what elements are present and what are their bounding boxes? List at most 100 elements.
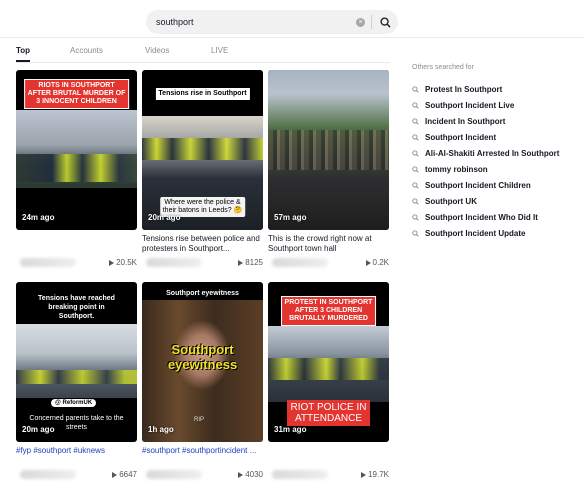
view-count: 20.5K xyxy=(109,258,137,267)
view-count: 4030 xyxy=(238,470,263,479)
search-icon xyxy=(412,117,419,125)
tabs-divider xyxy=(16,62,390,63)
view-count: 0.2K xyxy=(365,258,389,267)
play-icon xyxy=(238,471,244,478)
police-line xyxy=(16,370,137,384)
clear-search-icon[interactable]: × xyxy=(356,17,365,27)
search-icon xyxy=(412,165,419,173)
creator-avatar[interactable] xyxy=(20,258,76,267)
video-card[interactable]: PROTEST IN SOUTHPORT AFTER 3 CHILDREN BRUT… xyxy=(268,282,389,482)
related-search-label: Southport Incident Children xyxy=(425,180,531,190)
creator-avatar[interactable] xyxy=(146,470,202,479)
play-icon xyxy=(361,471,367,478)
police-line xyxy=(268,358,389,380)
related-search-item[interactable]: Southport UK xyxy=(412,193,580,209)
video-thumbnail[interactable]: PROTEST IN SOUTHPORT AFTER 3 CHILDREN BRUT… xyxy=(268,282,389,442)
search-bar: × xyxy=(146,10,398,34)
video-overlay-text: RIOT POLICE IN ATTENDANCE xyxy=(286,400,371,426)
related-search-item[interactable]: Ali-Al-Shakiti Arrested In Southport xyxy=(412,145,580,161)
related-search-label: Southport UK xyxy=(425,196,477,206)
video-thumbnail[interactable]: RIOTS IN SOUTHPORT AFTER BRUTAL MURDER OF… xyxy=(16,70,137,230)
related-search-list: Protest In Southport Southport Incident L… xyxy=(412,81,580,241)
search-icon xyxy=(412,197,419,205)
related-search-label: Southport Incident Update xyxy=(425,228,526,238)
video-thumbnail[interactable]: Tensions have reached breaking point in So… xyxy=(16,282,137,442)
video-timestamp: 20m ago xyxy=(22,425,55,434)
video-timestamp: 1h ago xyxy=(148,425,174,434)
search-icon xyxy=(412,213,419,221)
video-banner: PROTEST IN SOUTHPORT AFTER 3 CHILDREN BRUT… xyxy=(280,296,377,326)
tab-top[interactable]: Top xyxy=(16,46,30,55)
play-icon xyxy=(365,259,371,266)
video-banner: RIOTS IN SOUTHPORT AFTER BRUTAL MURDER OF… xyxy=(23,79,130,109)
video-card[interactable]: Tensions have reached breaking point in So… xyxy=(16,282,137,482)
video-caption[interactable] xyxy=(16,234,137,254)
video-card[interactable]: Southport eyewitness Southport eyewitness… xyxy=(142,282,263,482)
related-search-item[interactable]: Southport Incident Live xyxy=(412,97,580,113)
related-search-item[interactable]: Southport Incident Children xyxy=(412,177,580,193)
related-search-label: tommy robinson xyxy=(425,164,488,174)
view-count: 6647 xyxy=(112,470,137,479)
rip-text: RIP xyxy=(194,417,205,423)
video-thumbnail[interactable]: Southport eyewitness Southport eyewitness… xyxy=(142,282,263,442)
related-search-label: Incident In Southport xyxy=(425,116,506,126)
tab-accounts[interactable]: Accounts xyxy=(70,46,103,55)
video-overlay-text: Southport eyewitness xyxy=(167,342,238,372)
view-count: 19.7K xyxy=(361,470,389,479)
video-timestamp: 57m ago xyxy=(274,213,307,222)
police-line xyxy=(16,154,137,182)
related-search-item[interactable]: Protest In Southport xyxy=(412,81,580,97)
video-meta: 20.5K xyxy=(16,256,137,270)
video-meta: 19.7K xyxy=(268,468,389,482)
search-input[interactable] xyxy=(146,10,356,34)
video-banner: Tensions rise in Southport xyxy=(155,88,250,100)
related-search-item[interactable]: Southport Incident Update xyxy=(412,225,580,241)
tab-videos[interactable]: Videos xyxy=(145,46,169,55)
reform-badge: @ ReformUK xyxy=(51,399,97,407)
video-card[interactable]: Tensions rise in Southport Where were th… xyxy=(142,70,263,270)
search-icon xyxy=(412,181,419,189)
creator-avatar[interactable] xyxy=(272,470,328,479)
related-search-label: Southport Incident Live xyxy=(425,100,515,110)
search-icon xyxy=(412,101,419,109)
play-icon xyxy=(112,471,118,478)
video-caption[interactable]: #fyp #southport #uknews xyxy=(16,446,137,466)
play-icon xyxy=(109,259,115,266)
search-icon xyxy=(412,229,419,237)
creator-avatar[interactable] xyxy=(20,470,76,479)
crowd xyxy=(268,130,389,170)
search-button[interactable] xyxy=(372,10,398,34)
tab-live[interactable]: LIVE xyxy=(211,46,228,55)
video-caption[interactable]: Tensions rise between police and protest… xyxy=(142,234,263,254)
related-search-label: Protest In Southport xyxy=(425,84,503,94)
video-thumbnail[interactable]: Tensions rise in Southport Where were th… xyxy=(142,70,263,230)
related-search-label: Southport Incident Who Did It xyxy=(425,212,538,222)
creator-avatar[interactable] xyxy=(146,258,202,267)
video-thumbnail[interactable]: 57m ago xyxy=(268,70,389,230)
search-icon xyxy=(412,149,419,157)
others-searched-for: Others searched for Protest In Southport… xyxy=(412,64,580,241)
related-search-item[interactable]: tommy robinson xyxy=(412,161,580,177)
video-meta: 8125 xyxy=(142,256,263,270)
header-divider xyxy=(0,37,584,38)
video-timestamp: 20m ago xyxy=(148,213,181,222)
search-icon xyxy=(379,16,391,28)
video-meta: 4030 xyxy=(142,468,263,482)
play-icon xyxy=(238,259,244,266)
video-caption[interactable]: #southport #southportincident ... xyxy=(142,446,263,466)
video-timestamp: 24m ago xyxy=(22,213,55,222)
related-search-item[interactable]: Southport Incident Who Did It xyxy=(412,209,580,225)
related-search-item[interactable]: Incident In Southport xyxy=(412,113,580,129)
video-caption[interactable]: This is the crowd right now at Southport… xyxy=(268,234,389,254)
video-card[interactable]: 57m ago This is the crowd right now at S… xyxy=(268,70,389,270)
related-search-item[interactable]: Southport Incident xyxy=(412,129,580,145)
related-search-label: Ali-Al-Shakiti Arrested In Southport xyxy=(425,148,560,158)
creator-avatar[interactable] xyxy=(272,258,328,267)
police-line xyxy=(142,138,263,160)
video-timestamp: 31m ago xyxy=(274,425,307,434)
video-meta: 6647 xyxy=(16,468,137,482)
video-card[interactable]: RIOTS IN SOUTHPORT AFTER BRUTAL MURDER OF… xyxy=(16,70,137,270)
video-caption[interactable] xyxy=(268,446,389,466)
related-search-label: Southport Incident xyxy=(425,132,497,142)
video-banner: Southport eyewitness xyxy=(166,290,239,297)
